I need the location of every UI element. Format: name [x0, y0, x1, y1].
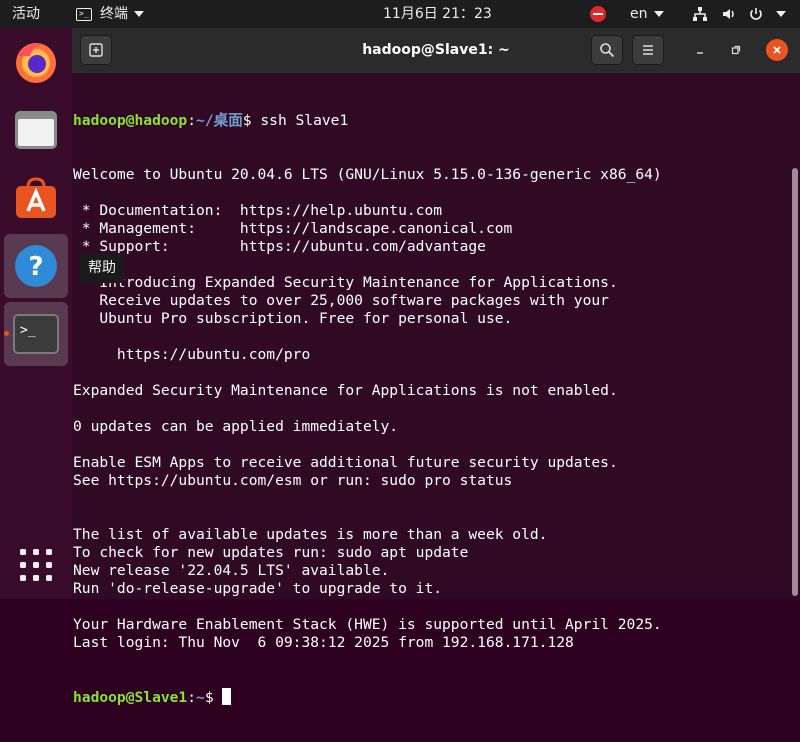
terminal-output[interactable]: hadoop@hadoop:~/桌面$ ssh Slave1 Welcome t…	[73, 76, 783, 742]
prompt-user: hadoop@Slave1	[73, 689, 188, 706]
output-line: * Support: https://ubuntu.com/advantage	[73, 238, 486, 255]
output-line: Welcome to Ubuntu 20.04.6 LTS (GNU/Linux…	[73, 166, 662, 183]
maximize-button[interactable]	[724, 38, 748, 62]
output-line: Run 'do-release-upgrade' to upgrade to i…	[73, 580, 443, 597]
chevron-down-icon	[776, 11, 786, 17]
system-menu-chevron[interactable]	[770, 0, 786, 28]
search-button[interactable]	[591, 35, 623, 65]
input-method-menu[interactable]: en	[630, 0, 664, 28]
top-bar: 活动 >_ 终端 11月6日 21：23 en	[0, 0, 800, 28]
new-tab-button[interactable]	[80, 35, 112, 65]
clock-label: 11月6日 21：23	[383, 6, 492, 22]
search-icon	[600, 43, 615, 58]
output-line: Ubuntu Pro subscription. Free for person…	[73, 310, 513, 327]
output-line: https://ubuntu.com/pro	[73, 346, 311, 363]
output-line: Expanded Security Maintenance for Applic…	[73, 382, 618, 399]
help-icon: ?	[15, 245, 57, 287]
firefox-icon	[16, 43, 56, 83]
show-applications-button[interactable]	[4, 533, 68, 597]
terminal-window[interactable]: hadoop@Slave1: ~ hadoop@hadoop:~/桌面$ ssh…	[72, 28, 800, 706]
output-line: * Introducing Expanded Security Maintena…	[73, 274, 618, 291]
output-line: 0 updates can be applied immediately.	[73, 418, 399, 435]
output-line: * Management: https://landscape.canonica…	[73, 220, 513, 237]
prompt-colon: :	[187, 112, 197, 129]
svg-text:?: ?	[28, 252, 43, 282]
volume-icon[interactable]	[721, 0, 737, 28]
output-line: Last login: Thu Nov 6 09:38:12 2025 from…	[73, 634, 574, 651]
hamburger-icon	[643, 45, 653, 55]
activities-button[interactable]: 活动	[12, 0, 40, 28]
chevron-down-icon	[653, 11, 664, 17]
app-grid-icon	[20, 549, 52, 581]
files-icon	[15, 111, 57, 149]
new-tab-icon	[89, 43, 103, 57]
app-menu-label: 终端	[100, 6, 128, 22]
software-launcher[interactable]	[4, 166, 68, 230]
do-not-disturb-icon[interactable]	[590, 0, 606, 28]
header-bar[interactable]: hadoop@Slave1: ~	[72, 28, 800, 74]
output-line: The list of available updates is more th…	[73, 526, 548, 543]
files-launcher[interactable]	[4, 98, 68, 162]
output-line: New release '22.04.5 LTS' available.	[73, 562, 390, 579]
dock-tooltip: 帮助	[80, 253, 124, 283]
prompt-colon: :	[187, 689, 197, 706]
output-block: Welcome to Ubuntu 20.04.6 LTS (GNU/Linux…	[73, 166, 783, 652]
input-method-label: en	[630, 6, 648, 22]
prompt-symbol: $	[204, 689, 223, 706]
menu-button[interactable]	[632, 35, 664, 65]
output-line: * Documentation: https://help.ubuntu.com	[73, 202, 443, 219]
initial-prompt-line: hadoop@hadoop:~/桌面$ ssh Slave1	[73, 112, 783, 130]
software-store-icon	[16, 177, 56, 218]
terminal-icon: >_	[13, 314, 59, 354]
output-line: To check for new updates run: sudo apt u…	[73, 544, 469, 561]
output-line: Your Hardware Enablement Stack (HWE) is …	[73, 616, 662, 633]
output-line: Enable ESM Apps to receive additional fu…	[73, 454, 618, 471]
close-icon	[773, 46, 781, 54]
svg-text:>_: >_	[20, 323, 36, 338]
minimize-icon	[697, 52, 703, 54]
activities-label: 活动	[12, 6, 40, 22]
network-icon[interactable]	[692, 0, 708, 28]
scrollbar[interactable]	[792, 168, 798, 596]
firefox-launcher[interactable]	[4, 30, 68, 94]
prompt-symbol: $	[242, 112, 252, 129]
output-line: See https://ubuntu.com/esm or run: sudo …	[73, 472, 513, 489]
terminal-app-icon: >_	[76, 7, 92, 21]
power-icon[interactable]	[748, 0, 764, 28]
minimize-button[interactable]	[688, 38, 712, 62]
app-menu[interactable]: >_ 终端	[76, 0, 144, 28]
terminal-launcher[interactable]: >_	[4, 302, 68, 366]
running-indicator	[4, 331, 9, 336]
clock[interactable]: 11月6日 21：23	[383, 0, 492, 28]
help-launcher[interactable]: ?	[4, 234, 68, 298]
prompt-user: hadoop@hadoop	[73, 112, 188, 129]
prompt-path: ~	[196, 689, 205, 706]
final-prompt-line: hadoop@Slave1:~$	[73, 688, 783, 706]
chevron-down-icon	[134, 11, 144, 17]
dock: ? >_	[0, 28, 72, 599]
text-cursor	[222, 688, 232, 705]
maximize-icon	[731, 45, 741, 55]
prompt-path: ~/桌面	[196, 112, 243, 129]
prompt-command: ssh Slave1	[251, 112, 349, 129]
close-button[interactable]	[766, 39, 788, 61]
output-line: Receive updates to over 25,000 software …	[73, 292, 609, 309]
